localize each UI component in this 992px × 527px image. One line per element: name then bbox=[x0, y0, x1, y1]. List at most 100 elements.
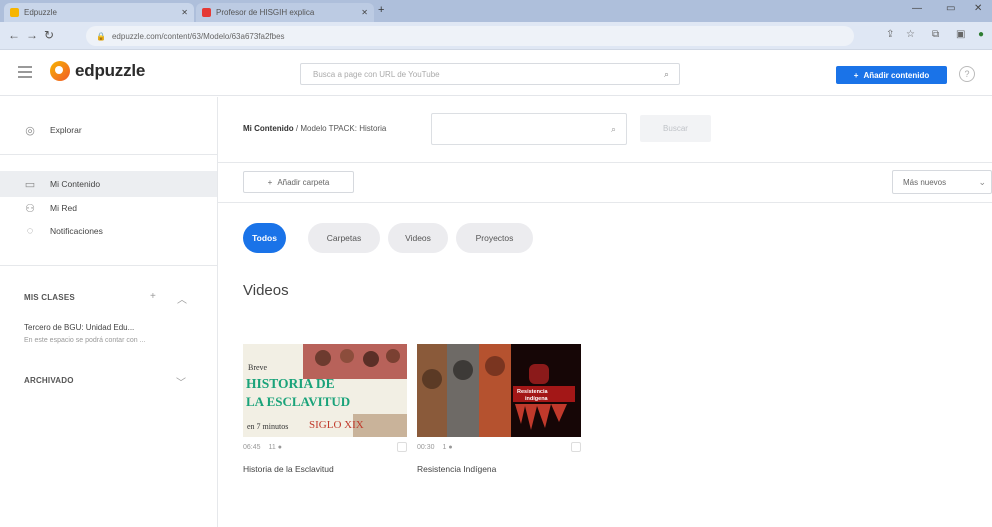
sidebar-item-label: Mi Contenido bbox=[50, 179, 101, 189]
sidebar-item-label: Explorar bbox=[50, 125, 82, 135]
video-views: 1 ● bbox=[442, 443, 453, 451]
video-title[interactable]: Historia de la Esclavitud bbox=[243, 464, 407, 474]
profile-icon[interactable]: ● bbox=[978, 29, 984, 40]
views-icon: ● bbox=[277, 443, 282, 451]
filter-chip-carpetas[interactable]: Carpetas bbox=[308, 223, 380, 253]
classes-header: MIS CLASES bbox=[24, 293, 75, 302]
plus-icon: + bbox=[267, 177, 273, 187]
tab-title: Profesor de HISGIH explica bbox=[216, 8, 315, 17]
class-description: En este espacio se podrá contar con ... bbox=[24, 337, 146, 344]
add-content-label: Añadir contenido bbox=[863, 70, 930, 80]
video-card[interactable]: Breve HISTORIA DE LA ESCLAVITUD en 7 min… bbox=[243, 344, 407, 474]
views-icon: ● bbox=[448, 443, 453, 451]
filter-chip-todos[interactable]: Todos bbox=[243, 223, 286, 253]
lock-icon: 🔒 bbox=[96, 31, 106, 41]
folder-icon: ▭ bbox=[24, 178, 36, 191]
add-folder-button[interactable]: + Añadir carpeta bbox=[243, 171, 354, 193]
sidebar-item-label: Mi Red bbox=[50, 203, 77, 213]
breadcrumb-separator: / bbox=[295, 124, 299, 133]
thumbnail-text: indígena bbox=[525, 396, 549, 402]
sidebar-item-explorar[interactable]: ◎ Explorar bbox=[0, 117, 217, 143]
video-meta: 00:30 1 ● bbox=[417, 442, 581, 452]
search-icon[interactable]: ⌕ bbox=[611, 124, 616, 135]
class-name[interactable]: Tercero de BGU: Unidad Edu... bbox=[24, 323, 134, 332]
edpuzzle-favicon-icon bbox=[10, 8, 19, 17]
chevron-down-icon[interactable]: ﹀ bbox=[176, 374, 186, 389]
close-window-icon[interactable]: ✕ bbox=[974, 3, 982, 14]
sidebar-item-label: Notificaciones bbox=[50, 226, 103, 236]
thumbnail-text: SIGLO XIX bbox=[309, 419, 364, 431]
thumbnail-text: en 7 minutos bbox=[247, 422, 288, 431]
close-tab-icon[interactable]: ✕ bbox=[361, 8, 368, 17]
bookmark-star-icon[interactable]: ☆ bbox=[906, 29, 915, 40]
video-title[interactable]: Resistencia Indígena bbox=[417, 464, 581, 474]
url-field[interactable]: 🔒 edpuzzle.com/content/63/Modelo/63a673f… bbox=[86, 26, 854, 46]
folder-toolbar: + Añadir carpeta Más nuevos ⌄ bbox=[218, 163, 992, 203]
tab-title: Edpuzzle bbox=[24, 8, 57, 17]
add-class-icon[interactable]: + bbox=[150, 291, 156, 302]
select-checkbox[interactable] bbox=[397, 442, 407, 452]
sort-select[interactable]: Más nuevos ⌄ bbox=[892, 170, 992, 194]
video-card[interactable]: Resistencia indígena 00:30 1 ● Resistenc… bbox=[417, 344, 581, 474]
close-tab-icon[interactable]: ✕ bbox=[181, 8, 188, 17]
sidepanel-icon[interactable]: ▣ bbox=[956, 29, 965, 40]
breadcrumb-current: Modelo TPACK: Historia bbox=[300, 124, 387, 133]
video-thumbnail[interactable]: Resistencia indígena bbox=[417, 344, 581, 437]
content-search-input[interactable]: ⌕ bbox=[431, 113, 627, 145]
browser-tab-youtube[interactable]: Profesor de HISGIH explica ✕ bbox=[196, 3, 374, 22]
add-folder-label: Añadir carpeta bbox=[277, 177, 330, 187]
sidebar-divider bbox=[0, 154, 217, 155]
video-meta: 06:45 11 ● bbox=[243, 442, 407, 452]
sort-label: Más nuevos bbox=[903, 177, 947, 187]
browser-address-bar: ← → ↻ 🔒 edpuzzle.com/content/63/Modelo/6… bbox=[0, 22, 992, 50]
browser-tab-edpuzzle[interactable]: Edpuzzle ✕ bbox=[4, 3, 194, 22]
search-button[interactable]: Buscar bbox=[640, 115, 711, 142]
add-content-button[interactable]: + Añadir contenido bbox=[836, 66, 947, 84]
sidebar: ◎ Explorar ▭ Mi Contenido ⚇ Mi Red ◌ Not… bbox=[0, 97, 218, 527]
sidebar-divider bbox=[0, 265, 217, 266]
help-icon[interactable]: ? bbox=[959, 66, 975, 82]
network-icon: ⚇ bbox=[25, 202, 35, 215]
logo-text: edpuzzle bbox=[75, 61, 146, 80]
video-views: 11 ● bbox=[268, 443, 282, 451]
search-placeholder: Busca a page con URL de YouTube bbox=[313, 69, 440, 79]
new-tab-icon[interactable]: + bbox=[378, 4, 384, 16]
sidebar-item-notificaciones[interactable]: ◌ Notificaciones bbox=[0, 219, 217, 243]
thumbnail-text: Breve bbox=[248, 363, 268, 372]
chevron-down-icon: ⌄ bbox=[978, 177, 986, 187]
app-header: edpuzzle Busca a page con URL de YouTube… bbox=[0, 50, 992, 96]
compass-icon: ◎ bbox=[25, 124, 35, 137]
collapse-icon[interactable]: ︿ bbox=[177, 291, 187, 306]
content-toolbar: Mi Contenido / Modelo TPACK: Historia ⌕ … bbox=[218, 97, 992, 163]
youtube-favicon-icon bbox=[202, 8, 211, 17]
back-icon[interactable]: ← bbox=[8, 28, 20, 42]
share-icon[interactable]: ⇪ bbox=[886, 29, 894, 40]
forward-icon[interactable]: → bbox=[26, 28, 38, 42]
filter-chip-proyectos[interactable]: Proyectos bbox=[456, 223, 533, 253]
sidebar-item-mi-red[interactable]: ⚇ Mi Red bbox=[0, 197, 217, 219]
video-duration: 00:30 bbox=[417, 443, 435, 451]
archived-header[interactable]: ARCHIVADO bbox=[24, 376, 74, 385]
menu-icon[interactable] bbox=[18, 66, 32, 81]
plus-icon: + bbox=[853, 70, 859, 80]
extensions-icon[interactable]: ⧉ bbox=[932, 29, 939, 40]
edpuzzle-logo[interactable]: edpuzzle bbox=[50, 61, 145, 81]
thumbnail-text: Resistencia bbox=[517, 389, 549, 395]
minimize-icon[interactable]: — bbox=[912, 3, 922, 14]
breadcrumb-root[interactable]: Mi Contenido bbox=[243, 124, 294, 133]
sidebar-item-mi-contenido[interactable]: ▭ Mi Contenido bbox=[0, 171, 217, 197]
video-duration: 06:45 bbox=[243, 443, 261, 451]
thumbnail-text: LA ESCLAVITUD bbox=[246, 394, 350, 409]
global-search-input[interactable]: Busca a page con URL de YouTube ⌕ bbox=[300, 63, 680, 85]
browser-tabbar: Edpuzzle ✕ Profesor de HISGIH explica ✕ … bbox=[0, 0, 992, 22]
search-icon[interactable]: ⌕ bbox=[664, 69, 669, 80]
reload-icon[interactable]: ↻ bbox=[44, 28, 54, 42]
filter-chip-videos[interactable]: Videos bbox=[388, 223, 448, 253]
bell-icon: ◌ bbox=[26, 225, 34, 237]
video-thumbnail[interactable]: Breve HISTORIA DE LA ESCLAVITUD en 7 min… bbox=[243, 344, 407, 437]
breadcrumb: Mi Contenido / Modelo TPACK: Historia bbox=[243, 124, 386, 133]
select-checkbox[interactable] bbox=[571, 442, 581, 452]
thumbnail-text: HISTORIA DE bbox=[246, 376, 335, 391]
url-text: edpuzzle.com/content/63/Modelo/63a673fa2… bbox=[111, 31, 285, 41]
restore-icon[interactable]: ▭ bbox=[946, 3, 955, 14]
